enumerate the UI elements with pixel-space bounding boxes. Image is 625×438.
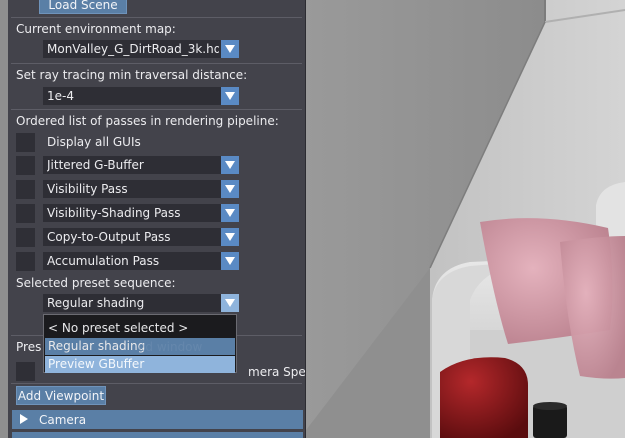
preset-value: Regular shading xyxy=(47,296,145,310)
display-all-guis-label: Display all GUIs xyxy=(47,135,141,149)
pass-name: Visibility-Shading Pass xyxy=(47,206,181,220)
chevron-down-icon[interactable] xyxy=(221,156,239,174)
ray-tracing-dropdown[interactable]: 1e-4 xyxy=(43,87,239,105)
env-map-value: MonValley_G_DirtRoad_3k.hdr xyxy=(47,42,219,56)
env-map-label: Current environment map: xyxy=(16,22,176,36)
pass-name: Visibility Pass xyxy=(47,182,128,196)
divider xyxy=(11,383,302,384)
pass-dropdown[interactable]: Jittered G-Buffer xyxy=(43,156,239,174)
pass-checkbox[interactable] xyxy=(16,252,35,271)
camera-speed-label: mera Speed xyxy=(248,365,306,379)
chevron-down-icon[interactable] xyxy=(221,87,239,105)
divider xyxy=(11,63,302,64)
display-all-guis-checkbox[interactable] xyxy=(16,133,35,152)
chevron-down-icon[interactable] xyxy=(221,228,239,246)
load-scene-button[interactable]: Load Scene xyxy=(39,0,127,14)
camera-section-header[interactable]: Camera xyxy=(12,410,303,429)
add-viewpoint-button[interactable]: Add Viewpoint xyxy=(16,386,106,405)
chevron-down-icon[interactable] xyxy=(221,204,239,222)
chevron-down-icon[interactable] xyxy=(221,40,239,58)
pass-dropdown[interactable]: Copy-to-Output Pass xyxy=(43,228,239,246)
pass-dropdown[interactable]: Visibility-Shading Pass xyxy=(43,204,239,222)
chevron-down-icon[interactable] xyxy=(221,294,239,312)
speed-checkbox[interactable] xyxy=(16,362,35,381)
divider xyxy=(11,109,302,110)
next-section-header[interactable] xyxy=(12,432,303,438)
pass-checkbox[interactable] xyxy=(16,180,35,199)
obscured-window-text: ed window xyxy=(138,340,203,354)
pass-checkbox[interactable] xyxy=(16,156,35,175)
preset-label: Selected preset sequence: xyxy=(16,276,176,290)
pass-checkbox[interactable] xyxy=(16,204,35,223)
pass-dropdown[interactable]: Visibility Pass xyxy=(43,180,239,198)
preset-option-hovered[interactable]: Preview GBuffer xyxy=(45,356,235,373)
preset-option[interactable]: < No preset selected > xyxy=(45,320,235,337)
preset-dropdown[interactable]: Regular shading xyxy=(43,294,239,312)
camera-header-label: Camera xyxy=(39,413,87,427)
pass-checkbox[interactable] xyxy=(16,228,35,247)
pass-name: Accumulation Pass xyxy=(47,254,160,268)
partial-label-left: Pres xyxy=(16,340,42,354)
divider xyxy=(11,17,302,18)
pass-dropdown[interactable]: Accumulation Pass xyxy=(43,252,239,270)
chevron-down-icon[interactable] xyxy=(221,180,239,198)
ray-tracing-label: Set ray tracing min traversal distance: xyxy=(16,68,248,82)
env-map-dropdown[interactable]: MonValley_G_DirtRoad_3k.hdr xyxy=(43,40,239,58)
pass-name: Jittered G-Buffer xyxy=(47,158,144,172)
expand-arrow-icon xyxy=(20,414,28,424)
pass-name: Copy-to-Output Pass xyxy=(47,230,171,244)
passes-label: Ordered list of passes in rendering pipe… xyxy=(16,114,279,128)
preset-options-popup: < No preset selected > Regular shading P… xyxy=(43,314,237,373)
chevron-down-icon[interactable] xyxy=(221,252,239,270)
ray-tracing-value: 1e-4 xyxy=(47,89,74,103)
